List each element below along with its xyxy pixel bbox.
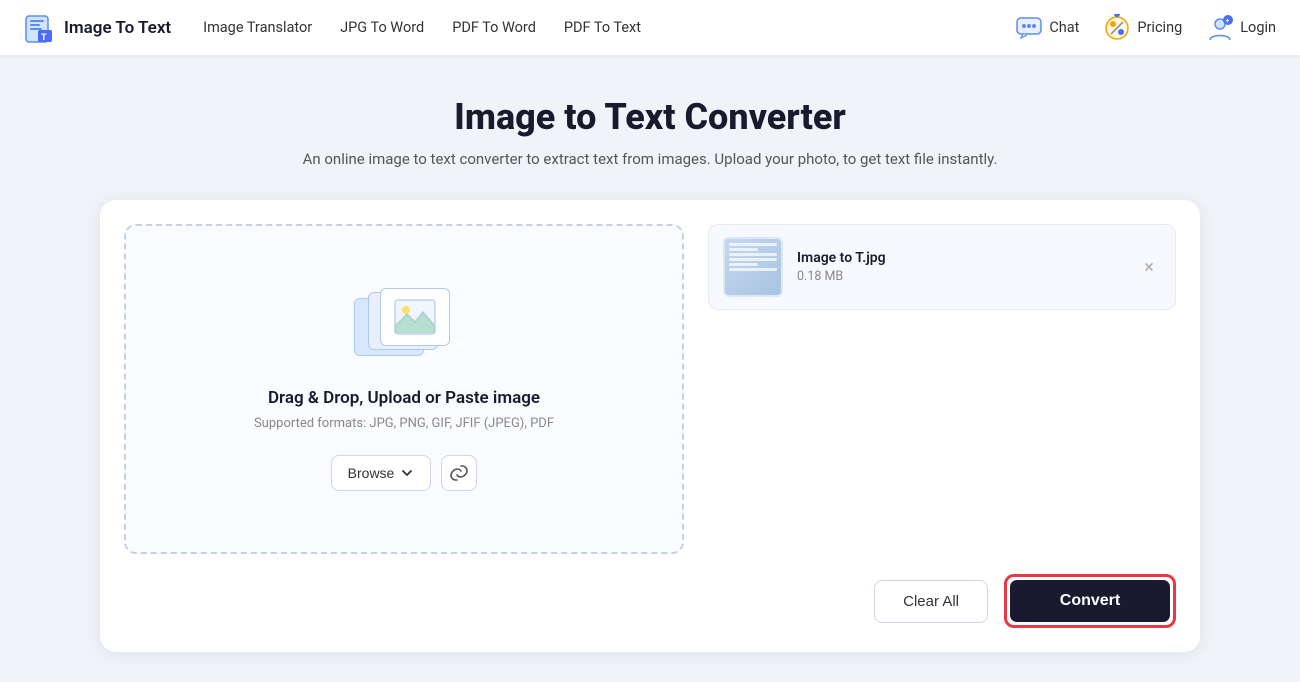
chat-icon xyxy=(1015,14,1043,42)
image-placeholder-svg xyxy=(393,298,437,336)
clear-all-button[interactable]: Clear All xyxy=(874,580,988,623)
page-subtitle: An online image to text converter to ext… xyxy=(303,150,998,168)
file-thumb-preview xyxy=(725,239,781,295)
nav-link-pdf-to-word[interactable]: PDF To Word xyxy=(452,19,536,36)
pricing-link[interactable]: Pricing xyxy=(1103,14,1182,42)
dropzone-title: Drag & Drop, Upload or Paste image xyxy=(268,388,540,408)
dropzone-icon xyxy=(354,288,454,368)
navbar: T Image To Text Image Translator JPG To … xyxy=(0,0,1300,56)
dropzone-actions: Browse xyxy=(331,455,478,491)
convert-button[interactable]: Convert xyxy=(1010,580,1170,622)
thumb-line-1 xyxy=(729,243,777,246)
nav-right: Chat Pricing + Login xyxy=(1015,14,1276,42)
svg-text:+: + xyxy=(1226,17,1230,25)
svg-text:T: T xyxy=(41,33,47,43)
thumb-line-3 xyxy=(729,253,777,256)
login-link[interactable]: + Login xyxy=(1206,14,1276,42)
link-icon xyxy=(450,464,468,482)
pricing-icon xyxy=(1103,14,1131,42)
pricing-label: Pricing xyxy=(1137,19,1182,36)
chevron-down-icon xyxy=(400,466,414,480)
file-item: Image to T.jpg 0.18 MB × xyxy=(708,224,1176,310)
nav-links: Image Translator JPG To Word PDF To Word… xyxy=(203,19,1015,36)
chat-link[interactable]: Chat xyxy=(1015,14,1079,42)
dropzone-subtitle: Supported formats: JPG, PNG, GIF, JFIF (… xyxy=(254,416,554,431)
converter-card: Drag & Drop, Upload or Paste image Suppo… xyxy=(100,200,1200,652)
file-remove-button[interactable]: × xyxy=(1137,255,1161,279)
converter-body: Drag & Drop, Upload or Paste image Suppo… xyxy=(124,224,1176,554)
browse-button[interactable]: Browse xyxy=(331,455,432,491)
thumb-line-2 xyxy=(729,248,758,251)
nav-link-pdf-to-text[interactable]: PDF To Text xyxy=(564,19,641,36)
file-thumbnail xyxy=(723,237,783,297)
login-icon: + xyxy=(1206,14,1234,42)
thumb-line-6 xyxy=(729,268,777,271)
image-icon-front xyxy=(380,288,450,346)
login-label: Login xyxy=(1240,19,1276,36)
logo-link[interactable]: T Image To Text xyxy=(24,12,171,44)
nav-link-jpg-to-word[interactable]: JPG To Word xyxy=(340,19,424,36)
file-list: Image to T.jpg 0.18 MB × xyxy=(708,224,1176,554)
logo-icon: T xyxy=(24,12,56,44)
thumb-line-5 xyxy=(729,263,758,266)
converter-footer: Clear All Convert xyxy=(124,574,1176,628)
dropzone[interactable]: Drag & Drop, Upload or Paste image Suppo… xyxy=(124,224,684,554)
thumb-line-4 xyxy=(729,258,777,261)
file-size: 0.18 MB xyxy=(797,269,1123,284)
file-name: Image to T.jpg xyxy=(797,250,1123,266)
link-button[interactable] xyxy=(441,455,477,491)
chat-label: Chat xyxy=(1049,19,1079,36)
file-info: Image to T.jpg 0.18 MB xyxy=(797,250,1123,284)
nav-link-image-translator[interactable]: Image Translator xyxy=(203,19,312,36)
convert-button-wrapper: Convert xyxy=(1004,574,1176,628)
page-title: Image to Text Converter xyxy=(454,96,846,138)
browse-label: Browse xyxy=(348,465,395,481)
main-content: Image to Text Converter An online image … xyxy=(0,56,1300,682)
logo-text: Image To Text xyxy=(64,18,171,38)
